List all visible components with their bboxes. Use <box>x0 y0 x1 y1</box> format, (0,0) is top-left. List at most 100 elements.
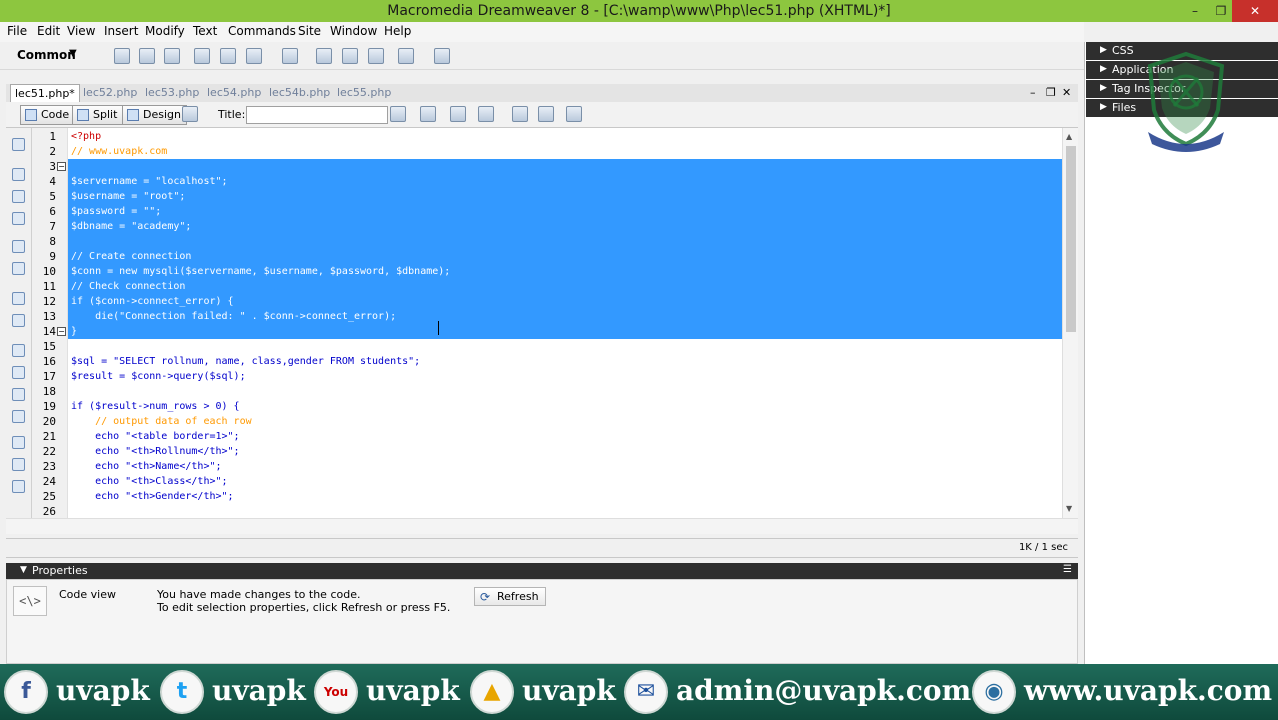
highlight-invalid-icon[interactable] <box>12 314 25 327</box>
view-options-icon[interactable] <box>538 106 554 122</box>
code-line[interactable]: die("Connection failed: " . $conn->conne… <box>71 309 396 324</box>
tab-lec55[interactable]: lec55.php <box>333 84 395 102</box>
recent-snippets-icon[interactable] <box>12 410 25 423</box>
horizontal-scrollbar[interactable] <box>6 518 1078 534</box>
line-number: 17 <box>42 370 56 383</box>
server-include-icon[interactable] <box>342 48 358 64</box>
menu-modify[interactable]: Modify <box>145 24 185 38</box>
indent-icon[interactable] <box>12 436 25 449</box>
collapse-icon: ▼ <box>20 565 27 575</box>
tab-lec52[interactable]: lec52.php <box>79 84 141 102</box>
close-button[interactable]: ✕ <box>1232 0 1278 22</box>
collapse-selection-icon[interactable] <box>12 190 25 203</box>
menu-edit[interactable]: Edit <box>37 24 60 38</box>
fold-marker-icon[interactable]: − <box>57 162 66 171</box>
code-line[interactable]: echo "<th>Gender</th>"; <box>71 489 233 504</box>
code-line[interactable]: echo "<th>Rollnum</th>"; <box>71 444 240 459</box>
wrap-tag-icon[interactable] <box>12 388 25 401</box>
code-line[interactable]: <?php <box>71 129 101 144</box>
code-line[interactable]: echo "<table border=1>"; <box>71 429 240 444</box>
email-link-icon[interactable] <box>139 48 155 64</box>
remove-comment-icon[interactable] <box>12 366 25 379</box>
menu-help[interactable]: Help <box>384 24 411 38</box>
date-icon[interactable] <box>316 48 332 64</box>
code-line[interactable]: echo "<th>Name</th>"; <box>71 459 221 474</box>
menu-file[interactable]: File <box>7 24 27 38</box>
insert-category[interactable]: Common <box>17 48 76 62</box>
code-line[interactable]: } <box>71 324 77 339</box>
media-icon[interactable] <box>282 48 298 64</box>
chevron-down-icon[interactable]: ▼ <box>69 48 77 59</box>
hyperlink-icon[interactable] <box>114 48 130 64</box>
refresh-button[interactable]: ⟳ Refresh <box>474 587 546 606</box>
file-management-icon[interactable] <box>420 106 436 122</box>
menu-commands[interactable]: Commands <box>228 24 296 38</box>
code-editor[interactable]: <?php// www.uvapk.com $servername = "loca… <box>68 128 1062 518</box>
open-documents-icon[interactable] <box>12 138 25 151</box>
code-line[interactable]: $result = $conn->query($sql); <box>71 369 246 384</box>
preview-browser-icon[interactable] <box>478 106 494 122</box>
balance-braces-icon[interactable] <box>12 262 25 275</box>
menu-window[interactable]: Window <box>330 24 377 38</box>
named-anchor-icon[interactable] <box>164 48 180 64</box>
scroll-up-icon[interactable]: ▲ <box>1066 132 1072 141</box>
edit-icon[interactable] <box>182 106 198 122</box>
tab-lec54b[interactable]: lec54b.php <box>265 84 334 102</box>
panel-menu-icon[interactable]: ☰ <box>1063 564 1072 575</box>
code-line[interactable]: $username = "root"; <box>71 189 185 204</box>
collapse-tag-icon[interactable] <box>12 168 25 181</box>
vertical-scrollbar[interactable]: ▲ ▼ <box>1062 128 1078 518</box>
visual-aids-icon[interactable] <box>566 106 582 122</box>
code-line[interactable]: $conn = new mysqli($servername, $usernam… <box>71 264 450 279</box>
browser-check-icon[interactable] <box>450 106 466 122</box>
code-line[interactable]: $servername = "localhost"; <box>71 174 228 189</box>
code-line[interactable]: $password = ""; <box>71 204 161 219</box>
code-line[interactable]: // Create connection <box>71 249 191 264</box>
doc-minimize-button[interactable]: – <box>1030 84 1036 102</box>
tab-lec51[interactable]: lec51.php* <box>10 84 80 102</box>
doc-restore-button[interactable]: ❐ <box>1046 84 1056 102</box>
code-line[interactable]: // Check connection <box>71 279 185 294</box>
expand-icon: ▶ <box>1100 45 1107 55</box>
select-parent-tag-icon[interactable] <box>12 240 25 253</box>
validate-icon[interactable] <box>390 106 406 122</box>
menu-site[interactable]: Site <box>298 24 321 38</box>
code-line[interactable]: $sql = "SELECT rollnum, name, class,gend… <box>71 354 420 369</box>
menu-view[interactable]: View <box>67 24 95 38</box>
split-view-button[interactable]: Split <box>72 105 124 125</box>
menu-insert[interactable]: Insert <box>104 24 138 38</box>
line-numbers-icon[interactable] <box>12 292 25 305</box>
code-line[interactable]: if ($result->num_rows > 0) { <box>71 399 240 414</box>
tab-lec54[interactable]: lec54.php <box>203 84 265 102</box>
scroll-down-icon[interactable]: ▼ <box>1066 504 1072 513</box>
table-icon[interactable] <box>194 48 210 64</box>
properties-header[interactable]: ▼ Properties ☰ <box>6 563 1078 579</box>
code-view-button[interactable]: Code <box>20 105 76 125</box>
panel-label: CSS <box>1112 44 1134 57</box>
fold-marker-icon[interactable]: − <box>57 327 66 336</box>
code-line[interactable]: if ($conn->connect_error) { <box>71 294 234 309</box>
code-line[interactable]: $dbname = "academy"; <box>71 219 191 234</box>
code-line[interactable]: // output data of each row <box>71 414 252 429</box>
format-source-icon[interactable] <box>12 480 25 493</box>
outdent-icon[interactable] <box>12 458 25 471</box>
doc-close-button[interactable]: ✕ <box>1062 84 1071 102</box>
templates-icon[interactable] <box>398 48 414 64</box>
title-input[interactable] <box>246 106 388 124</box>
code-line[interactable]: // www.uvapk.com <box>71 144 167 159</box>
design-view-button[interactable]: Design <box>122 105 187 125</box>
code-view-label: Code <box>41 108 70 121</box>
images-icon[interactable] <box>246 48 262 64</box>
scroll-thumb[interactable] <box>1066 146 1076 332</box>
tab-lec53[interactable]: lec53.php <box>141 84 203 102</box>
line-number: 1 <box>49 130 56 143</box>
menu-text[interactable]: Text <box>193 24 217 38</box>
apply-comment-icon[interactable] <box>12 344 25 357</box>
layer-icon[interactable] <box>220 48 236 64</box>
expand-all-icon[interactable] <box>12 212 25 225</box>
refresh-icon[interactable] <box>512 106 528 122</box>
document-toolbar: Code Split Design Title: <box>6 102 1078 128</box>
tag-chooser-icon[interactable] <box>434 48 450 64</box>
code-line[interactable]: echo "<th>Class</th>"; <box>71 474 227 489</box>
comment-icon[interactable] <box>368 48 384 64</box>
